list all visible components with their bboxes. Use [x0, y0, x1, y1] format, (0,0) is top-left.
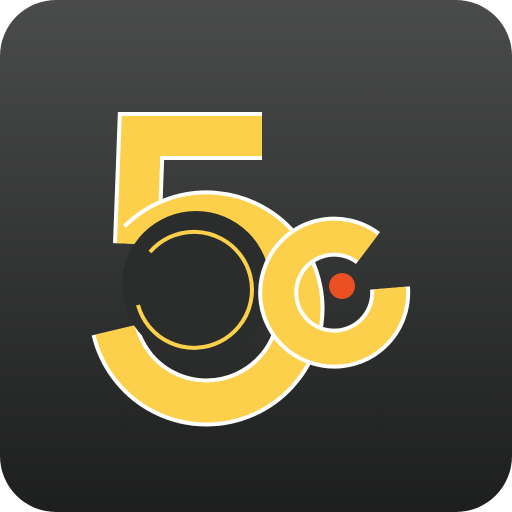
accent-dot	[329, 273, 355, 299]
app-icon	[0, 0, 512, 512]
